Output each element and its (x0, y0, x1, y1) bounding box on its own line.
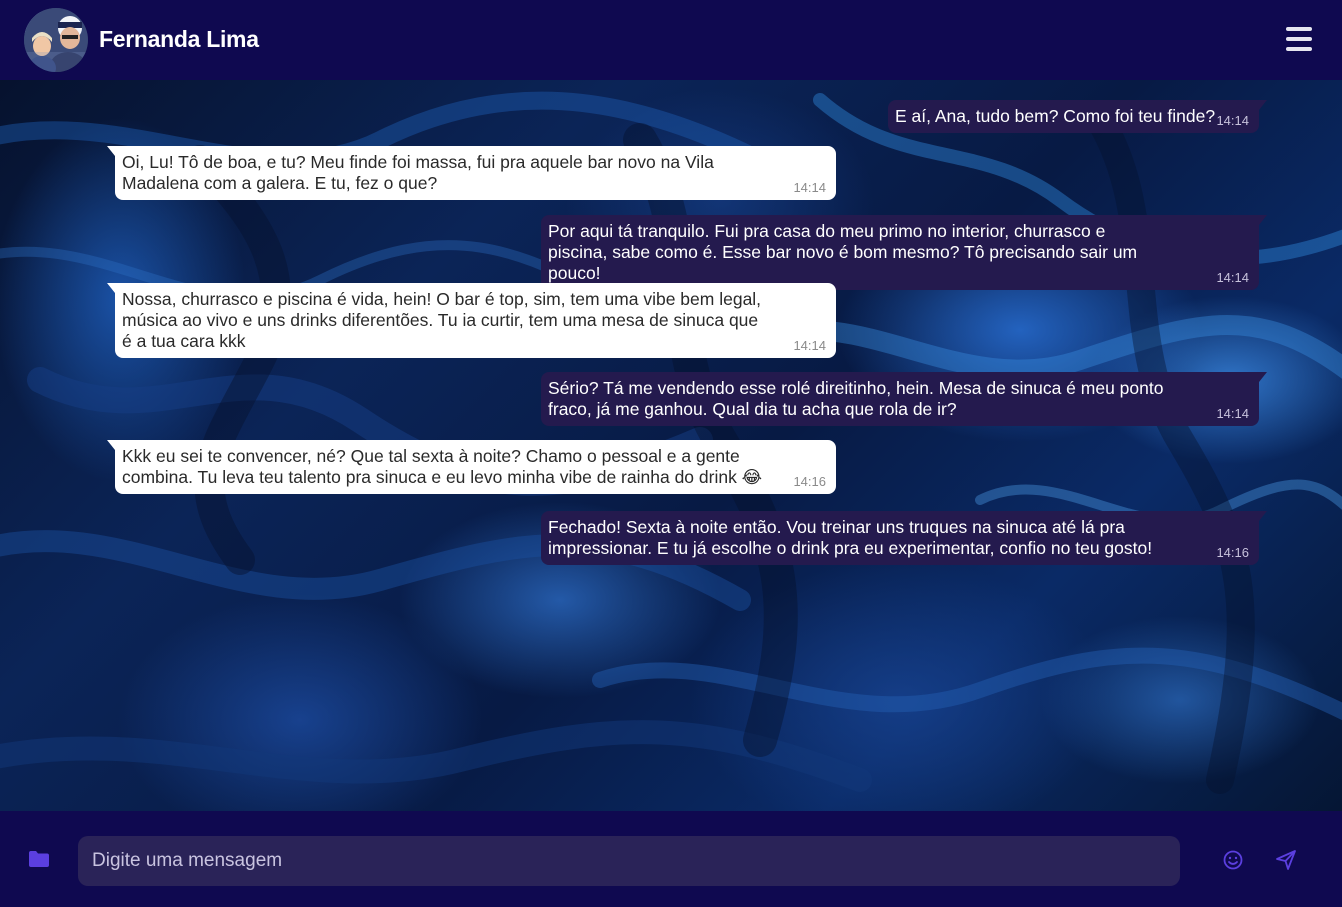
folder-icon[interactable] (28, 849, 50, 869)
message-incoming[interactable]: Oi, Lu! Tô de boa, e tu? Meu finde foi m… (107, 146, 836, 200)
message-text: Fechado! Sexta à noite então. Vou treina… (548, 517, 1153, 558)
message-time: 14:14 (1216, 113, 1249, 128)
menu-bar (1286, 27, 1312, 31)
composer-bar (0, 811, 1342, 907)
message-time: 14:14 (793, 180, 826, 195)
contact-name: Fernanda Lima (99, 26, 259, 52)
message-list[interactable]: E aí, Ana, tudo bem? Como foi teu finde?… (0, 80, 1342, 811)
message-text: E aí, Ana, tudo bem? Como foi teu finde? (895, 106, 1216, 126)
send-icon[interactable] (1275, 849, 1297, 871)
chat-app: Fernanda Lima E aí, Ana, tudo bem? Como … (0, 0, 1342, 907)
message-text: Nossa, churrasco e piscina é vida, hein!… (122, 289, 766, 351)
message-incoming[interactable]: Nossa, churrasco e piscina é vida, hein!… (107, 283, 836, 358)
message-outgoing[interactable]: Fechado! Sexta à noite então. Vou treina… (541, 511, 1267, 565)
menu-bar (1286, 37, 1312, 41)
message-input[interactable] (78, 836, 1180, 886)
message-text: Sério? Tá me vendendo esse rolé direitin… (548, 378, 1169, 419)
message-text: Por aqui tá tranquilo. Fui pra casa do m… (548, 221, 1143, 283)
message-time: 14:14 (1216, 406, 1249, 421)
contact-avatar[interactable] (24, 8, 88, 72)
message-time: 14:14 (1216, 270, 1249, 285)
message-outgoing[interactable]: E aí, Ana, tudo bem? Como foi teu finde?… (888, 100, 1267, 133)
message-time: 14:16 (793, 474, 826, 489)
message-text: Kkk eu sei te convencer, né? Que tal sex… (122, 446, 763, 487)
message-time: 14:16 (1216, 545, 1249, 560)
message-outgoing[interactable]: Sério? Tá me vendendo esse rolé direitin… (541, 372, 1267, 426)
menu-bar (1286, 47, 1312, 51)
message-text: Oi, Lu! Tô de boa, e tu? Meu finde foi m… (122, 152, 719, 193)
message-time: 14:14 (793, 338, 826, 353)
chat-header: Fernanda Lima (0, 0, 1342, 80)
hamburger-menu-icon[interactable] (1284, 24, 1314, 54)
smiley-icon[interactable] (1222, 849, 1244, 871)
message-outgoing[interactable]: Por aqui tá tranquilo. Fui pra casa do m… (541, 215, 1267, 290)
avatar-image (24, 8, 88, 72)
message-incoming[interactable]: Kkk eu sei te convencer, né? Que tal sex… (107, 440, 836, 494)
